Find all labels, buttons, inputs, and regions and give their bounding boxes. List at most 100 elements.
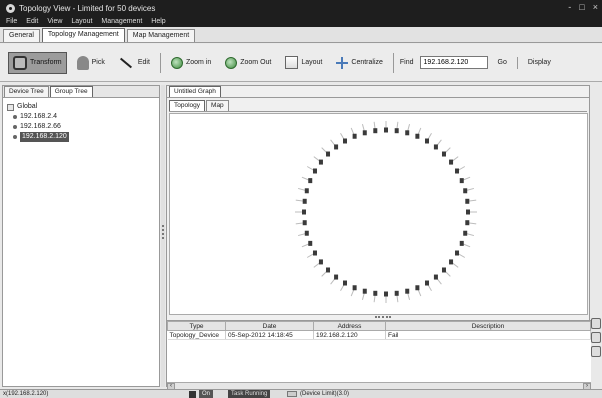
centralize-label: Centralize <box>351 59 383 66</box>
vertical-splitter[interactable] <box>161 85 165 387</box>
minimize-button[interactable]: - <box>568 2 571 12</box>
device-node[interactable] <box>362 130 367 136</box>
device-node[interactable] <box>463 188 468 194</box>
tree-item[interactable]: 192.168.2.66 <box>7 122 69 132</box>
go-button[interactable]: Go <box>494 52 511 74</box>
device-node[interactable] <box>373 290 378 296</box>
pick-button[interactable]: Pick <box>73 52 109 74</box>
column-header-description[interactable]: Description <box>385 321 591 331</box>
device-node[interactable] <box>425 138 429 144</box>
device-node[interactable] <box>304 188 309 194</box>
window-controls: - □ × <box>568 2 598 12</box>
device-node[interactable] <box>373 128 378 134</box>
device-node[interactable] <box>308 178 313 184</box>
device-node[interactable] <box>318 259 323 265</box>
display-button[interactable]: Display <box>524 52 555 74</box>
tab-topology-management[interactable]: Topology Management <box>41 28 125 42</box>
device-node[interactable] <box>465 198 470 204</box>
tab-general[interactable]: General <box>3 29 40 42</box>
device-node[interactable] <box>384 291 388 297</box>
device-node[interactable] <box>352 133 357 139</box>
device-node[interactable] <box>394 128 399 134</box>
layout-button[interactable]: Layout <box>281 52 326 74</box>
device-node[interactable] <box>459 178 464 184</box>
device-node[interactable] <box>343 138 347 144</box>
find-label: Find <box>399 59 414 66</box>
device-node[interactable] <box>441 267 446 273</box>
device-node[interactable] <box>302 198 307 204</box>
pen-icon <box>119 57 132 68</box>
device-node[interactable] <box>465 220 470 226</box>
device-node[interactable] <box>318 159 323 165</box>
device-node[interactable] <box>433 274 438 280</box>
device-node[interactable] <box>308 240 313 246</box>
tab-device-tree[interactable]: Device Tree <box>4 86 49 97</box>
device-node[interactable] <box>302 220 307 226</box>
topology-canvas[interactable] <box>169 113 588 315</box>
tab-group-tree[interactable]: Group Tree <box>49 86 93 97</box>
device-node[interactable] <box>302 209 306 215</box>
menu-file[interactable]: File <box>6 18 17 25</box>
column-header-date[interactable]: Date <box>225 321 314 331</box>
tab-topology[interactable]: Topology <box>169 100 206 111</box>
device-node[interactable] <box>334 144 339 150</box>
zoom-in-button[interactable]: Zoom in <box>167 52 215 74</box>
device-node[interactable] <box>463 230 468 236</box>
transform-button[interactable]: Transform <box>8 51 67 74</box>
tree-item-selected[interactable]: 192.168.2.120 <box>7 132 69 142</box>
device-node[interactable] <box>449 259 454 265</box>
menu-edit[interactable]: Edit <box>26 18 38 25</box>
device-node[interactable] <box>384 127 388 133</box>
device-node[interactable] <box>455 168 460 174</box>
tab-untitled-graph[interactable]: Untitled Graph <box>169 86 221 97</box>
menu-view[interactable]: View <box>47 18 62 25</box>
device-node[interactable] <box>312 250 317 256</box>
device-node[interactable] <box>433 144 438 150</box>
zoom-out-button[interactable]: Zoom Out <box>221 52 275 74</box>
tree-root-global[interactable]: Global <box>7 102 69 112</box>
maximize-button[interactable]: □ <box>579 2 584 12</box>
device-node[interactable] <box>304 230 309 236</box>
column-header-address[interactable]: Address <box>313 321 386 331</box>
close-button[interactable]: × <box>593 2 598 12</box>
device-node[interactable] <box>326 151 331 157</box>
save-icon[interactable] <box>591 332 601 343</box>
menu-management[interactable]: Management <box>101 18 142 25</box>
device-node[interactable] <box>459 240 464 246</box>
zoom-in-label: Zoom in <box>185 59 212 66</box>
device-node[interactable] <box>362 288 367 294</box>
device-node[interactable] <box>466 209 470 215</box>
column-header-type[interactable]: Type <box>167 321 226 331</box>
side-tools <box>591 318 602 357</box>
menu-layout[interactable]: Layout <box>71 18 92 25</box>
centralize-button[interactable]: Centralize <box>332 52 387 74</box>
find-input[interactable] <box>419 56 488 69</box>
device-node[interactable] <box>425 280 429 286</box>
device-node[interactable] <box>415 133 420 139</box>
table-header-row: Type Date Address Description <box>167 321 591 331</box>
topology-graph[interactable] <box>170 114 589 316</box>
device-node[interactable] <box>343 280 347 286</box>
tab-map[interactable]: Map <box>206 100 229 111</box>
device-node[interactable] <box>334 274 339 280</box>
refresh-icon[interactable] <box>591 346 601 357</box>
tab-map-management[interactable]: Map Management <box>126 29 196 42</box>
tree-item[interactable]: 192.168.2.4 <box>7 112 69 122</box>
device-node[interactable] <box>449 159 454 165</box>
device-node[interactable] <box>405 130 410 136</box>
menu-help[interactable]: Help <box>151 18 165 25</box>
device-node[interactable] <box>326 267 331 273</box>
device-icon <box>13 125 17 129</box>
device-node[interactable] <box>352 285 357 291</box>
device-node[interactable] <box>405 288 410 294</box>
toolbar-divider <box>392 52 394 73</box>
device-node[interactable] <box>312 168 317 174</box>
device-node[interactable] <box>441 151 446 157</box>
edit-button[interactable]: Edit <box>115 52 154 74</box>
device-node[interactable] <box>415 285 420 291</box>
go-label: Go <box>497 59 507 66</box>
device-node[interactable] <box>394 290 399 296</box>
device-node[interactable] <box>455 250 460 256</box>
table-row[interactable]: Topology_Device 05-Sep-2012 14:18:45 192… <box>167 330 591 340</box>
clear-icon[interactable] <box>591 318 601 329</box>
